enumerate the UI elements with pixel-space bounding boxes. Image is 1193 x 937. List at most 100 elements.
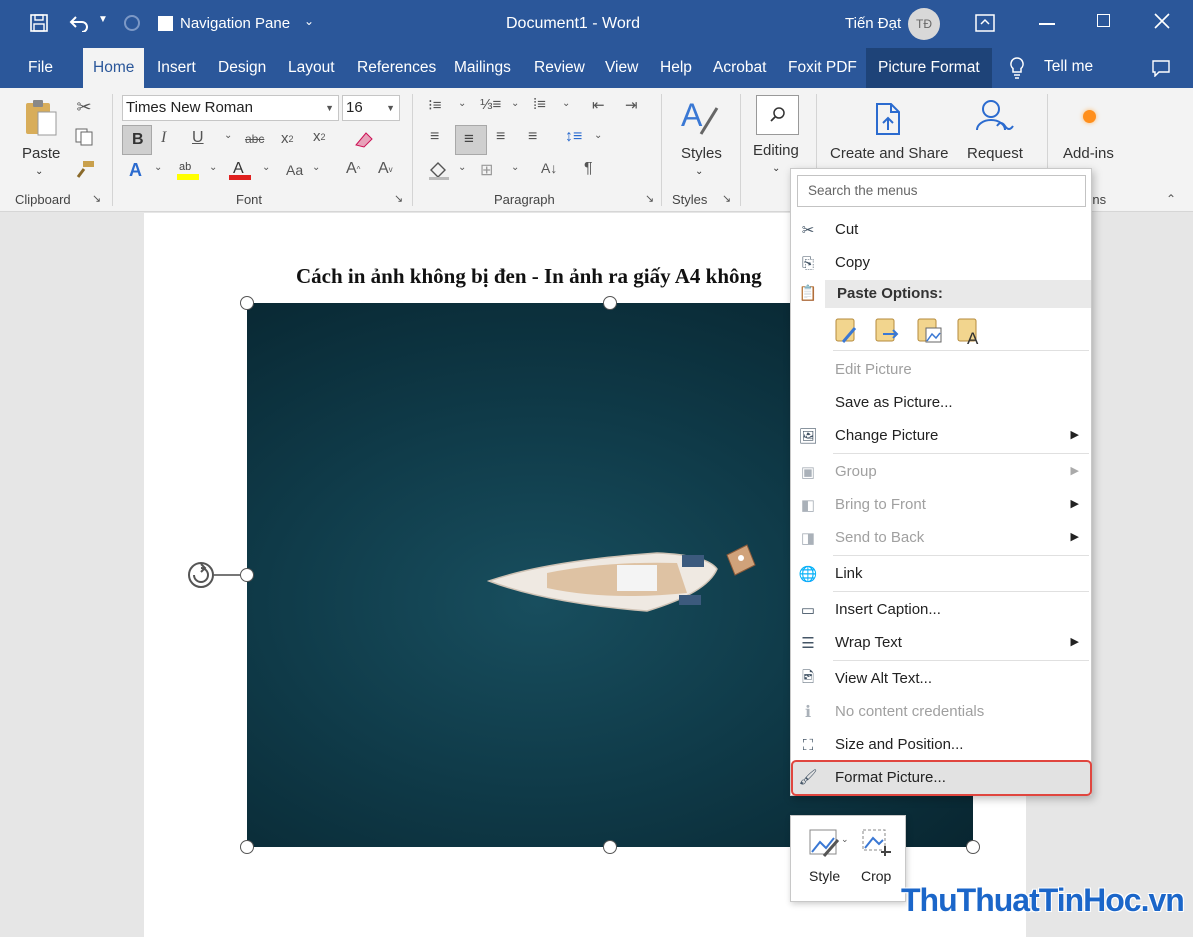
clear-formatting-icon[interactable] [352,130,374,148]
cut-icon[interactable]: ✂ [73,96,95,118]
customize-toolbar-icon[interactable]: ⌄ [304,14,314,28]
decrease-indent-icon[interactable]: ⇤ [592,96,605,114]
minimize-icon[interactable] [1039,23,1055,25]
menu-item-size-and-position[interactable]: ⛶ Size and Position... [791,730,1091,760]
numbering-icon[interactable]: ⅓≡ [480,96,501,113]
tab-mailings[interactable]: Mailings [444,48,521,88]
shading-icon[interactable] [427,160,451,180]
editing-search-box[interactable] [756,95,799,135]
underline-dropdown-icon[interactable]: ⌄ [224,130,232,141]
bold-button[interactable]: B [122,125,152,155]
resize-handle-bottom-left[interactable] [240,840,254,854]
editing-button[interactable]: Editing [753,142,799,159]
menu-item-cut[interactable]: ✂ Cut [791,215,1091,245]
maximize-icon[interactable] [1097,14,1110,27]
tab-foxit-pdf[interactable]: Foxit PDF [778,48,867,88]
create-share-icon[interactable] [873,100,907,138]
menu-item-format-picture[interactable]: 🖌 Format Picture... [791,760,1092,796]
lightbulb-icon[interactable] [1008,56,1026,80]
menu-item-save-as-picture[interactable]: Save as Picture... [791,388,1091,418]
tab-layout[interactable]: Layout [278,48,345,88]
multilevel-list-icon[interactable]: ⁞≡ [533,96,546,113]
resize-handle-left[interactable] [240,568,254,582]
tab-design[interactable]: Design [208,48,276,88]
style-dropdown-icon[interactable]: ⌄ [841,834,849,845]
menu-item-insert-caption[interactable]: ▭ Insert Caption... [791,595,1091,625]
align-center-button[interactable]: ≡ [455,125,487,155]
line-spacing-dropdown-icon[interactable]: ⌄ [594,130,602,141]
tab-file[interactable]: File [18,48,63,88]
bullets-icon[interactable]: ⁝≡ [428,96,442,114]
tab-picture-format[interactable]: Picture Format [866,48,992,88]
picture-style-icon[interactable] [808,826,842,860]
strikethrough-icon[interactable]: abc [245,132,264,146]
menu-item-link[interactable]: 🌐 Link [791,559,1091,589]
add-ins-button[interactable]: Add-ins [1063,145,1114,162]
shading-dropdown-icon[interactable]: ⌄ [458,162,466,173]
increase-indent-icon[interactable]: ⇥ [625,96,638,114]
tab-references[interactable]: References [347,48,446,88]
borders-icon[interactable]: ⊞ [480,160,493,180]
add-ins-icon[interactable] [1083,110,1096,123]
document-heading[interactable]: Cách in ảnh không bị đen - In ảnh ra giấ… [296,264,762,289]
styles-launcher-icon[interactable]: ↘ [722,192,731,205]
align-right-icon[interactable]: ≡ [496,128,505,146]
change-case-dropdown-icon[interactable]: ⌄ [312,162,320,173]
save-icon[interactable] [30,14,48,32]
keep-text-only-icon[interactable]: A [955,314,983,346]
shrink-font-icon[interactable]: Av [378,160,393,178]
undo-icon[interactable] [68,14,90,32]
ribbon-display-icon[interactable] [975,14,995,32]
text-effects-icon[interactable]: A [129,160,142,181]
superscript-icon[interactable]: x2 [313,128,326,145]
comments-icon[interactable] [1151,59,1171,77]
avatar[interactable]: TĐ [908,8,940,40]
font-color-dropdown-icon[interactable]: ⌄ [262,162,270,173]
search-menus-input[interactable]: Search the menus [797,175,1086,207]
editing-dropdown-icon[interactable]: ⌄ [772,163,780,174]
numbering-dropdown-icon[interactable]: ⌄ [511,98,519,109]
crop-icon[interactable] [859,826,893,860]
undo-dropdown-icon[interactable]: ▼ [98,14,108,25]
underline-icon[interactable]: U [192,129,204,147]
navigation-pane-checkbox[interactable] [158,16,173,31]
menu-item-view-alt-text[interactable]: 🖻 View Alt Text... [791,664,1091,694]
style-label[interactable]: Style [809,868,840,884]
styles-dropdown-icon[interactable]: ⌄ [695,166,703,177]
show-marks-icon[interactable]: ¶ [584,160,593,178]
grow-font-icon[interactable]: A ^ [346,160,360,178]
menu-item-wrap-text[interactable]: ☰ Wrap Text ▶ [791,628,1091,658]
borders-dropdown-icon[interactable]: ⌄ [511,162,519,173]
bullets-dropdown-icon[interactable]: ⌄ [458,98,466,109]
create-share-button[interactable]: Create and Share [830,145,948,162]
tab-home[interactable]: Home [83,48,145,88]
paste-label[interactable]: Paste [22,145,60,162]
subscript-icon[interactable]: x2 [281,130,294,147]
font-size-select[interactable]: 16 ▼ [342,95,400,121]
clipboard-launcher-icon[interactable]: ↘ [92,192,101,205]
menu-item-change-picture[interactable]: 🖼 Change Picture ▶ [791,421,1091,451]
format-painter-icon[interactable] [75,160,95,178]
merge-formatting-icon[interactable] [873,314,901,346]
resize-handle-top-left[interactable] [240,296,254,310]
close-icon[interactable] [1154,13,1170,29]
paste-picture-icon[interactable] [915,314,943,346]
user-name[interactable]: Tiến Đạt [845,15,901,32]
request-button[interactable]: Request [967,145,1023,162]
align-left-icon[interactable]: ≡ [430,128,439,146]
sort-icon[interactable]: A↓ [541,160,557,176]
menu-item-copy[interactable]: ⎘ Copy [791,248,1091,278]
tab-view[interactable]: View [595,48,648,88]
italic-icon[interactable]: I [161,129,166,147]
font-launcher-icon[interactable]: ↘ [394,192,403,205]
justify-icon[interactable]: ≡ [528,128,537,146]
tab-insert[interactable]: Insert [147,48,206,88]
paste-dropdown-icon[interactable]: ⌄ [35,166,43,177]
resize-handle-bottom[interactable] [603,840,617,854]
crop-label[interactable]: Crop [861,868,891,884]
line-spacing-icon[interactable]: ↕≡ [565,128,582,146]
paragraph-launcher-icon[interactable]: ↘ [645,192,654,205]
tab-help[interactable]: Help [650,48,702,88]
paste-icon[interactable] [24,98,58,138]
change-case-icon[interactable]: Aa [286,162,303,178]
